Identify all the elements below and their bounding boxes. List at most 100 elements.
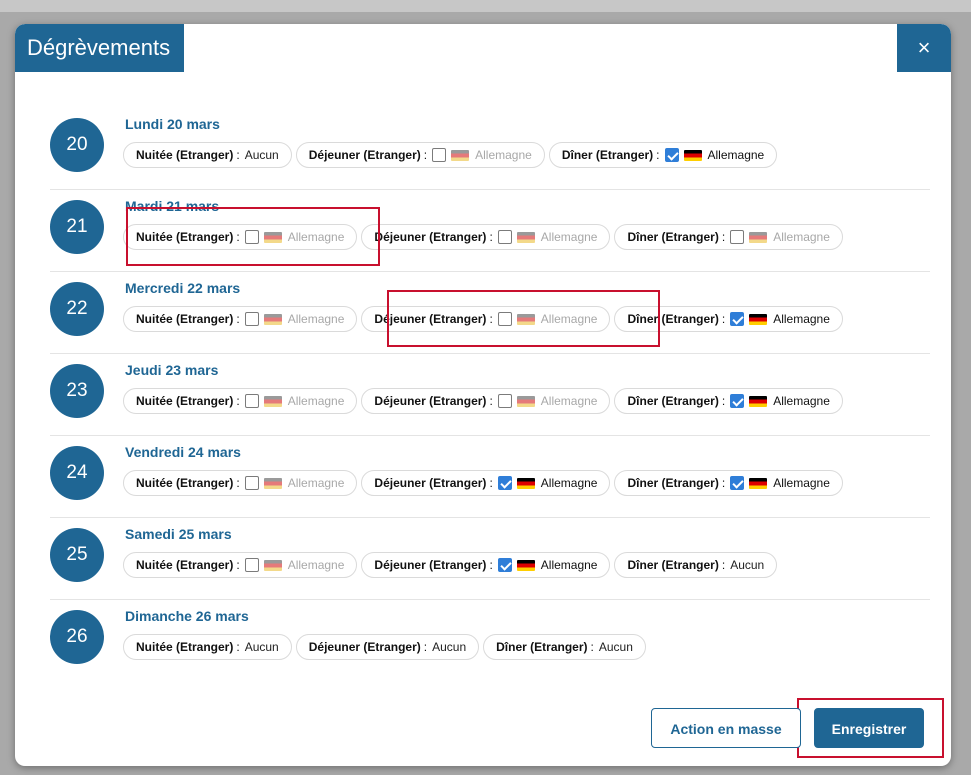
day-number-badge: 22 — [50, 282, 104, 336]
germany-flag-icon — [749, 231, 768, 243]
meal-label: Nuitée (Etranger) — [136, 476, 234, 490]
label-separator: : — [236, 312, 240, 326]
meal-checkbox[interactable] — [432, 148, 447, 162]
germany-flag-icon — [749, 313, 768, 325]
country-name: Allemagne — [773, 394, 830, 408]
meal-chip[interactable]: Dîner (Etranger): Allemagne — [548, 142, 778, 168]
meal-checkbox[interactable] — [244, 394, 259, 408]
day-title: Vendredi 24 mars — [125, 444, 241, 460]
label-separator: : — [489, 476, 493, 490]
label-separator: : — [721, 558, 726, 572]
meal-chip[interactable]: Dîner (Etranger): Allemagne — [614, 306, 843, 332]
meal-checkbox[interactable] — [497, 230, 512, 244]
meal-label: Déjeuner (Etranger) — [374, 476, 487, 490]
label-separator: : — [721, 312, 726, 326]
meal-checkbox[interactable] — [244, 476, 259, 490]
meal-chips: Nuitée (Etranger): Allemagne Déjeuner (Etr… — [123, 470, 843, 496]
meal-checkbox[interactable] — [730, 394, 745, 408]
label-separator: : — [236, 148, 240, 162]
bulk-action-button[interactable]: Action en masse — [651, 708, 801, 748]
country-name: Allemagne — [540, 476, 598, 490]
day-row: 23 Jeudi 23 mars Nuitée (Etranger): Allemag… — [50, 354, 930, 436]
meal-checkbox[interactable] — [497, 558, 512, 572]
meal-checkbox[interactable] — [730, 230, 745, 244]
meal-label: Nuitée (Etranger) — [136, 230, 234, 244]
label-separator: : — [489, 230, 493, 244]
meal-value: Aucun — [598, 640, 633, 654]
meal-checkbox[interactable] — [244, 312, 259, 326]
germany-flag-icon — [749, 395, 768, 407]
label-separator: : — [590, 640, 594, 654]
label-separator: : — [236, 394, 240, 408]
meal-label: Nuitée (Etranger) — [136, 312, 234, 326]
meal-chip[interactable]: Nuitée (Etranger): Allemagne — [123, 224, 358, 250]
country-name: Allemagne — [287, 394, 345, 408]
day-title: Lundi 20 mars — [125, 116, 220, 132]
meal-value: Aucun — [730, 558, 765, 572]
meal-value: Aucun — [432, 640, 467, 654]
label-separator: : — [236, 558, 240, 572]
country-name: Allemagne — [475, 148, 532, 162]
meal-chips: Nuitée (Etranger): Aucun Déjeuner (Etrange… — [123, 142, 778, 168]
label-separator: : — [656, 148, 660, 162]
meal-label: Dîner (Etranger) — [627, 394, 719, 408]
germany-flag-icon — [516, 477, 535, 489]
label-separator: : — [236, 230, 240, 244]
day-number-badge: 23 — [50, 364, 104, 418]
meal-chip[interactable]: Nuitée (Etranger): Allemagne — [123, 388, 358, 414]
meal-chip[interactable]: Déjeuner (Etranger): Allemagne — [295, 142, 545, 168]
meal-chip: Déjeuner (Etranger): Aucun — [295, 634, 480, 660]
meal-chip[interactable]: Nuitée (Etranger): Allemagne — [123, 552, 358, 578]
meal-chip[interactable]: Déjeuner (Etranger): Allemagne — [361, 552, 611, 578]
meal-chip[interactable]: Déjeuner (Etranger): Allemagne — [361, 388, 611, 414]
meal-label: Dîner (Etranger) — [627, 558, 719, 572]
meal-label: Déjeuner (Etranger) — [308, 640, 421, 654]
meal-checkbox[interactable] — [497, 394, 512, 408]
meal-chip[interactable]: Nuitée (Etranger): Allemagne — [123, 470, 358, 496]
country-name: Allemagne — [773, 476, 830, 490]
germany-flag-icon — [516, 231, 535, 243]
day-title: Jeudi 23 mars — [125, 362, 219, 378]
meal-checkbox[interactable] — [497, 312, 512, 326]
germany-flag-icon — [263, 231, 282, 243]
meal-chip: Nuitée (Etranger): Aucun — [123, 142, 292, 168]
meal-chip[interactable]: Déjeuner (Etranger): Allemagne — [361, 306, 611, 332]
day-number-badge: 25 — [50, 528, 104, 582]
meal-chips: Nuitée (Etranger): Allemagne Déjeuner (Etr… — [123, 306, 843, 332]
meal-chip[interactable]: Nuitée (Etranger): Allemagne — [123, 306, 358, 332]
meal-checkbox[interactable] — [664, 148, 679, 162]
day-title: Mardi 21 mars — [125, 198, 220, 214]
label-separator: : — [721, 476, 726, 490]
country-name: Allemagne — [773, 230, 830, 244]
country-name: Allemagne — [287, 312, 345, 326]
country-name: Allemagne — [540, 312, 598, 326]
meal-chip: Dîner (Etranger): Aucun — [483, 634, 646, 660]
meal-label: Dîner (Etranger) — [627, 476, 719, 490]
meal-chip[interactable]: Dîner (Etranger): Allemagne — [614, 470, 843, 496]
country-name: Allemagne — [287, 230, 345, 244]
meal-chip[interactable]: Dîner (Etranger): Allemagne — [614, 388, 843, 414]
meal-chip[interactable]: Déjeuner (Etranger): Allemagne — [361, 224, 611, 250]
germany-flag-icon — [749, 477, 768, 489]
day-title: Samedi 25 mars — [125, 526, 232, 542]
meal-checkbox[interactable] — [730, 476, 745, 490]
save-button[interactable]: Enregistrer — [814, 708, 924, 748]
meal-label: Déjeuner (Etranger) — [374, 230, 487, 244]
meal-checkbox[interactable] — [497, 476, 512, 490]
meal-label: Dîner (Etranger) — [627, 312, 719, 326]
meal-checkbox[interactable] — [244, 230, 259, 244]
day-row: 22 Mercredi 22 mars Nuitée (Etranger): Alle… — [50, 272, 930, 354]
meal-label: Déjeuner (Etranger) — [374, 558, 487, 572]
background-topbar — [0, 0, 971, 12]
germany-flag-icon — [451, 149, 470, 161]
close-button[interactable]: × — [897, 24, 951, 72]
label-separator: : — [721, 394, 726, 408]
meal-checkbox[interactable] — [244, 558, 259, 572]
meal-checkbox[interactable] — [730, 312, 745, 326]
meal-label: Nuitée (Etranger) — [136, 640, 234, 654]
meal-label: Déjeuner (Etranger) — [374, 394, 487, 408]
meal-chip[interactable]: Dîner (Etranger): Allemagne — [614, 224, 843, 250]
country-name: Allemagne — [540, 394, 598, 408]
meal-chips: Nuitée (Etranger): Aucun Déjeuner (Etrange… — [123, 634, 646, 660]
meal-chip[interactable]: Déjeuner (Etranger): Allemagne — [361, 470, 611, 496]
